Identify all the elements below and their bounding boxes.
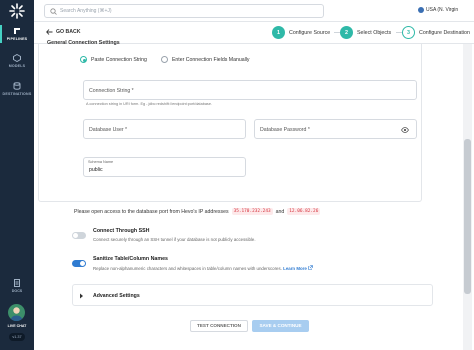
ip-access-text: Please open access to the database port … [74,208,229,215]
schema-name-value: public [89,167,103,173]
sidebar-item-models[interactable]: MODELS [0,54,34,68]
ssh-option-desc: Connect securely through an SSH tunnel i… [93,237,256,242]
step-select-objects[interactable]: 2 Select Objects [340,26,391,39]
top-bar: Search Anything (⌘+J) USA (N. Virgin [34,0,474,22]
sanitize-names-toggle[interactable] [72,260,86,267]
radio-enter-fields-manually[interactable]: Enter Connection Fields Manually [160,56,250,63]
go-back-label: GO BACK [56,29,81,35]
step-number: 2 [340,26,353,39]
advanced-settings-label: Advanced Settings [93,293,140,299]
step-configure-source[interactable]: 1 Configure Source [272,26,330,39]
section-title: General Connection Settings [47,40,120,46]
step-number: 1 [272,26,285,39]
search-input[interactable]: Search Anything (⌘+J) [44,4,324,18]
advanced-settings-collapsible[interactable]: Advanced Settings [72,284,433,306]
step-label: Configure Destination [419,29,470,36]
step-label: Select Objects [357,29,392,36]
connection-string-hint: A connection string in URI form. Eg - jd… [86,102,212,106]
pipelines-icon [14,28,20,34]
models-icon [13,54,21,62]
destinations-icon [13,82,21,90]
ip-access-notice: Please open access to the database port … [74,208,321,215]
hevo-logo-icon[interactable] [9,3,25,19]
ssh-option-title: Connect Through SSH [93,228,150,234]
radio-label: Enter Connection Fields Manually [171,56,250,63]
connection-string-field[interactable]: Connection String * [83,80,417,100]
version-badge: v1.37 [9,333,25,341]
schema-name-field[interactable]: Schema Name public [83,157,246,177]
region-selector[interactable]: USA (N. Virgin [426,7,458,13]
eye-icon[interactable] [401,127,409,133]
region-flag-icon [418,7,424,13]
scrollbar[interactable] [463,44,472,350]
search-placeholder: Search Anything (⌘+J) [60,8,112,14]
database-password-field[interactable]: Database Password * [254,119,417,139]
avatar[interactable] [8,304,25,321]
step-configure-destination[interactable]: 3 Configure Destination [402,26,470,39]
search-icon [50,8,57,15]
docs-icon[interactable] [13,279,21,287]
database-user-placeholder: Database User * [89,127,128,133]
ssh-toggle[interactable] [72,232,86,239]
sidebar-item-destinations[interactable]: DESTINATIONS [0,82,34,96]
ip-and-text: and [275,208,285,215]
ip-address-badge[interactable]: 12.06.82.26 [287,208,321,215]
schema-name-label: Schema Name [88,160,114,164]
sanitize-option-desc-row: Replace non-alphanumeric characters and … [93,265,313,271]
ip-address-badge[interactable]: 35.170.232.243 [231,208,273,215]
sidebar-item-pipelines[interactable]: PIPELINES [0,25,34,43]
learn-more-link[interactable]: Learn More [283,265,313,271]
sidebar-item-label: DESTINATIONS [2,92,32,96]
sanitize-option-title: Sanitize Table/Column Names [93,256,168,262]
step-label: Configure Source [289,29,331,36]
connection-string-placeholder: Connection String * [89,88,134,94]
radio-label: Paste Connection String [91,56,147,63]
go-back-button[interactable]: GO BACK [46,29,81,35]
database-password-placeholder: Database Password * [260,127,310,133]
sidebar: PIPELINES MODELS DESTINATIONS DOCS LIVE … [0,0,34,350]
radio-selected-icon [80,56,87,63]
radio-unselected-icon [160,56,168,63]
scrollbar-thumb[interactable] [464,139,471,294]
arrow-left-icon [46,29,53,35]
sidebar-item-label: PIPELINES [6,37,28,41]
sanitize-option-desc: Replace non-alphanumeric characters and … [93,266,282,271]
database-user-field[interactable]: Database User * [83,119,246,139]
sidebar-item-label: MODELS [8,64,26,68]
test-connection-button[interactable]: TEST CONNECTION [190,320,248,332]
step-number: 3 [402,26,415,39]
external-link-icon [308,265,313,270]
chevron-right-icon [80,293,83,299]
connection-mode-radio-group: Paste Connection String Enter Connection… [80,56,250,63]
live-chat-label[interactable]: LIVE CHAT [0,324,34,328]
radio-paste-connection-string[interactable]: Paste Connection String [80,56,147,63]
save-and-continue-button[interactable]: SAVE & CONTINUE [252,320,309,332]
docs-label[interactable]: DOCS [0,289,34,293]
